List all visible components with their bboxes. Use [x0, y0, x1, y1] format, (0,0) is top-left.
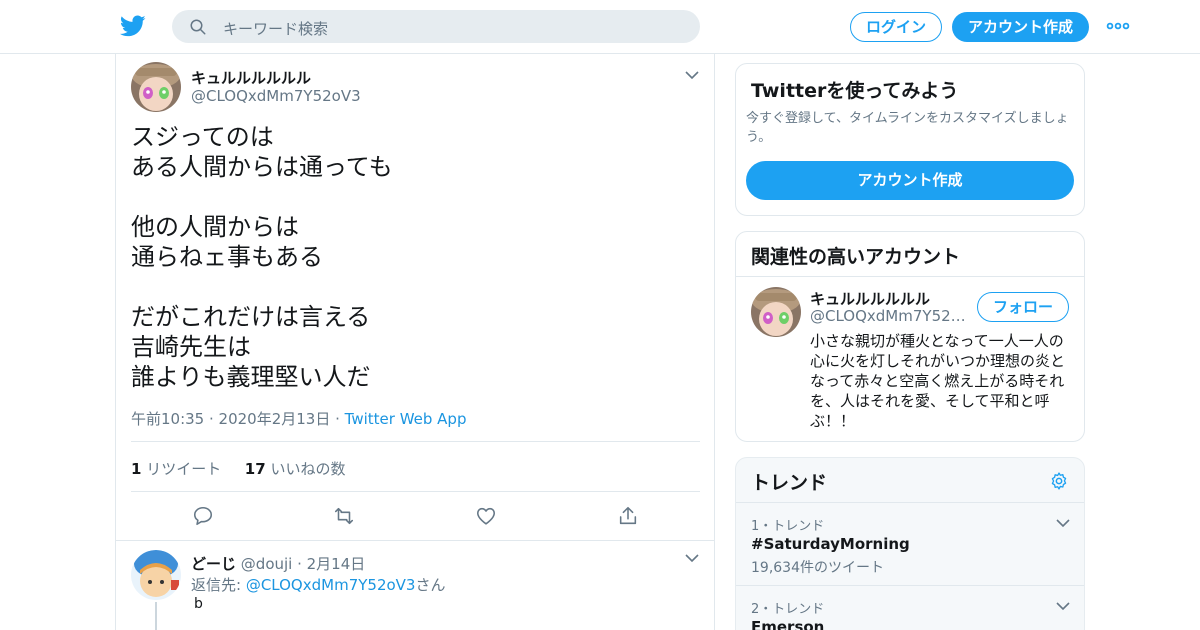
reply-to-suffix: さん [415, 576, 446, 594]
tweet-line: だがこれだけは言える [131, 303, 371, 331]
tweet-paragraph: 他の人間からは 通らねェ事もある [131, 212, 393, 272]
top-navigation-bar: キーワード検索 ログイン アカウント作成 [0, 0, 1200, 54]
search-placeholder[interactable]: キーワード検索 [223, 18, 328, 39]
like-icon[interactable] [475, 505, 497, 527]
divider [736, 585, 1084, 586]
like-count[interactable]: 17 [245, 460, 266, 478]
retweet-icon[interactable] [333, 505, 355, 527]
reply-author-name[interactable]: どーじ [191, 555, 236, 573]
trends-card: トレンド 1・トレンド #SaturdayMorning 19,634件のツイー… [735, 457, 1085, 630]
follow-button[interactable]: フォロー [977, 292, 1069, 322]
related-account-handle[interactable]: @CLOQxdMm7Y52oV3 [810, 307, 968, 325]
share-icon[interactable] [617, 505, 639, 527]
trends-card-title: トレンド [751, 472, 828, 494]
trend-meta: 1・トレンド [751, 519, 825, 534]
divider [736, 502, 1084, 503]
tweet-author-handle[interactable]: @CLOQxdMm7Y52oV3 [191, 87, 361, 105]
signup-card-title: Twitterを使ってみよう [751, 80, 959, 102]
reply-handle-date[interactable]: @douji · 2月14日 [241, 555, 365, 573]
tweet-meta: 午前10:35 · 2020年2月13日 · Twitter Web App [131, 408, 466, 429]
trend-name[interactable]: Emerson [751, 618, 824, 630]
signup-card-description: 今すぐ登録して、タイムラインをカスタマイズしましょう。 [746, 111, 1069, 145]
chevron-down-icon[interactable] [685, 553, 699, 563]
twitter-bird-icon[interactable] [120, 13, 146, 39]
related-account-avatar[interactable] [751, 287, 801, 337]
tweet-line: 誰よりも義理堅い人だ [131, 363, 371, 391]
chevron-down-icon[interactable] [1056, 518, 1070, 528]
gear-icon[interactable] [1049, 471, 1069, 491]
related-account-name[interactable]: キュルルルルルル [810, 288, 930, 309]
divider [736, 276, 1084, 277]
like-label[interactable]: いいねの数 [270, 460, 345, 478]
chevron-down-icon[interactable] [1056, 601, 1070, 611]
thread-connector-line [155, 602, 157, 630]
tweet-line: 通らねェ事もある [131, 243, 323, 271]
reply-header: どーじ @douji · 2月14日 [191, 553, 365, 574]
retweet-label[interactable]: リツイート [146, 460, 221, 478]
divider [131, 491, 700, 492]
main-tweet-column: キュルルルルルル @CLOQxdMm7Y52oV3 スジってのは ある人間からは… [115, 54, 715, 630]
related-card-title: 関連性の高いアカウント [751, 246, 961, 268]
search-box[interactable]: キーワード検索 [172, 10, 700, 43]
signup-button[interactable]: アカウント作成 [952, 12, 1089, 42]
tweet-stats: 1 リツイート 17 いいねの数 [131, 458, 345, 479]
tweet-text: スジってのは ある人間からは通っても 他の人間からは 通らねェ事もある だがこれ… [131, 122, 393, 422]
tweet-line: スジってのは [131, 123, 274, 151]
trend-name[interactable]: #SaturdayMorning [751, 535, 910, 553]
trend-meta: 2・トレンド [751, 602, 825, 617]
related-accounts-card: 関連性の高いアカウント キュルルルルルル @CLOQxdMm7Y52oV3 フォ… [735, 231, 1085, 442]
tweet-line: 吉崎先生は [131, 333, 251, 361]
divider [131, 441, 700, 442]
tweet-timestamp[interactable]: 午前10:35 · 2020年2月13日 · [131, 410, 340, 428]
reply-text: b [194, 596, 203, 612]
tweet-paragraph: だがこれだけは言える 吉崎先生は 誰よりも義理堅い人だ [131, 302, 393, 392]
tweet-line: 他の人間からは [131, 213, 299, 241]
reply-author-avatar[interactable] [131, 550, 181, 600]
tweet-paragraph: スジってのは ある人間からは通っても [131, 122, 393, 182]
reply-to-prefix: 返信先: [191, 576, 246, 594]
tweet-author-avatar[interactable] [131, 62, 181, 112]
login-button[interactable]: ログイン [850, 12, 942, 42]
divider [116, 540, 714, 541]
search-icon [190, 19, 206, 35]
signup-card-button[interactable]: アカウント作成 [746, 161, 1074, 200]
reply-icon[interactable] [192, 505, 214, 527]
related-account-bio: 小さな親切が種火となって一人一人の心に火を灯しそれがいつか理想の炎となって赤々と… [810, 332, 1066, 430]
signup-card: Twitterを使ってみよう 今すぐ登録して、タイムラインをカスタマイズしましょ… [735, 63, 1085, 216]
retweet-count[interactable]: 1 [131, 460, 141, 478]
more-dots-icon[interactable] [1106, 18, 1130, 34]
tweet-author-name[interactable]: キュルルルルルル [191, 67, 311, 88]
tweet-line: ある人間からは通っても [131, 153, 393, 181]
tweet-source-link[interactable]: Twitter Web App [345, 410, 467, 428]
reply-to-user-link[interactable]: @CLOQxdMm7Y52oV3 [246, 576, 416, 594]
chevron-down-icon[interactable] [685, 70, 699, 80]
reply-to-line: 返信先: @CLOQxdMm7Y52oV3さん [191, 574, 445, 595]
trend-tweet-count: 19,634件のツイート [751, 560, 884, 576]
